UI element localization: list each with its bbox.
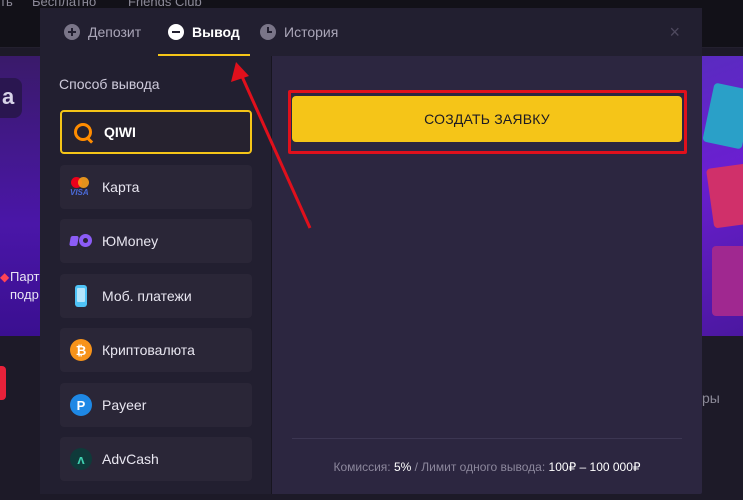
section-label: Способ вывода bbox=[59, 76, 160, 92]
method-yoomoney[interactable]: ЮMoney bbox=[60, 219, 252, 263]
commission-label: Комиссия: bbox=[333, 460, 391, 474]
limit-label: / Лимит одного вывода: bbox=[414, 460, 546, 474]
phone-icon bbox=[70, 285, 92, 307]
modal-tabs: Депозит Вывод История × bbox=[40, 8, 702, 56]
card-icon: VISA bbox=[70, 176, 92, 198]
method-label: AdvCash bbox=[102, 451, 159, 467]
method-mobile[interactable]: Моб. платежи bbox=[60, 274, 252, 318]
method-qiwi[interactable]: QIWI bbox=[60, 110, 252, 154]
method-card[interactable]: VISA Карта bbox=[60, 165, 252, 209]
bg-gift bbox=[712, 246, 743, 316]
method-crypto[interactable]: ₿ Криптовалюта bbox=[60, 328, 252, 372]
bitcoin-icon: ₿ bbox=[70, 339, 92, 361]
background-promo-left: а ◆ Парт подр bbox=[0, 56, 40, 336]
method-label: QIWI bbox=[104, 124, 136, 140]
commission-footer: Комиссия: 5% / Лимит одного вывода: 100₽… bbox=[272, 460, 702, 474]
advcash-icon: ʌ bbox=[70, 448, 92, 470]
method-label: ЮMoney bbox=[102, 233, 159, 249]
method-payeer[interactable]: P Payeer bbox=[60, 383, 252, 427]
tab-label: Депозит bbox=[88, 24, 142, 40]
visa-brand-text: VISA bbox=[70, 188, 89, 197]
tab-deposit[interactable]: Депозит bbox=[64, 8, 141, 56]
divider bbox=[292, 438, 682, 439]
withdraw-modal: Депозит Вывод История × Способ вывода QI… bbox=[40, 8, 702, 494]
method-label: Payeer bbox=[102, 397, 147, 413]
limit-value: 100₽ – 100 000₽ bbox=[548, 460, 641, 474]
method-label: Карта bbox=[102, 179, 140, 195]
tab-history[interactable]: История bbox=[260, 8, 338, 56]
minus-circle-icon bbox=[168, 24, 184, 40]
tab-label: Вывод bbox=[192, 24, 240, 40]
bg-nav-item: ть bbox=[0, 0, 13, 9]
method-label: Криптовалюта bbox=[102, 342, 195, 358]
yoomoney-icon bbox=[69, 230, 92, 252]
clock-icon bbox=[260, 24, 276, 40]
tab-withdraw[interactable]: Вывод bbox=[158, 8, 250, 56]
bg-promo-line1: Парт bbox=[10, 269, 40, 284]
withdraw-form-pane: СОЗДАТЬ ЗАЯВКУ Комиссия: 5% / Лимит одно… bbox=[272, 56, 702, 494]
bg-promo-tile: а bbox=[0, 78, 22, 118]
bg-red-tab bbox=[0, 366, 6, 400]
commission-value: 5% bbox=[393, 460, 412, 474]
create-request-button[interactable]: СОЗДАТЬ ЗАЯВКУ bbox=[292, 96, 682, 142]
bg-right-text: ры bbox=[702, 390, 720, 406]
payeer-icon: P bbox=[70, 394, 92, 416]
bg-gift bbox=[706, 163, 743, 229]
bg-promo-icon: ◆ bbox=[0, 270, 10, 284]
withdraw-methods-panel: Способ вывода QIWI VISA Карта ЮMoney Моб… bbox=[40, 56, 272, 494]
method-advcash[interactable]: ʌ AdvCash bbox=[60, 437, 252, 481]
tab-label: История bbox=[284, 24, 339, 40]
plus-circle-icon bbox=[64, 24, 80, 40]
bg-promo-line2: подр bbox=[10, 287, 39, 302]
bg-promo-text: Парт подр bbox=[10, 268, 39, 304]
qiwi-icon bbox=[72, 121, 94, 143]
close-icon[interactable]: × bbox=[669, 22, 680, 43]
method-label: Моб. платежи bbox=[102, 288, 192, 304]
bg-promo-letter: а bbox=[2, 84, 15, 109]
background-promo-right bbox=[702, 56, 743, 336]
bg-gift bbox=[702, 82, 743, 150]
